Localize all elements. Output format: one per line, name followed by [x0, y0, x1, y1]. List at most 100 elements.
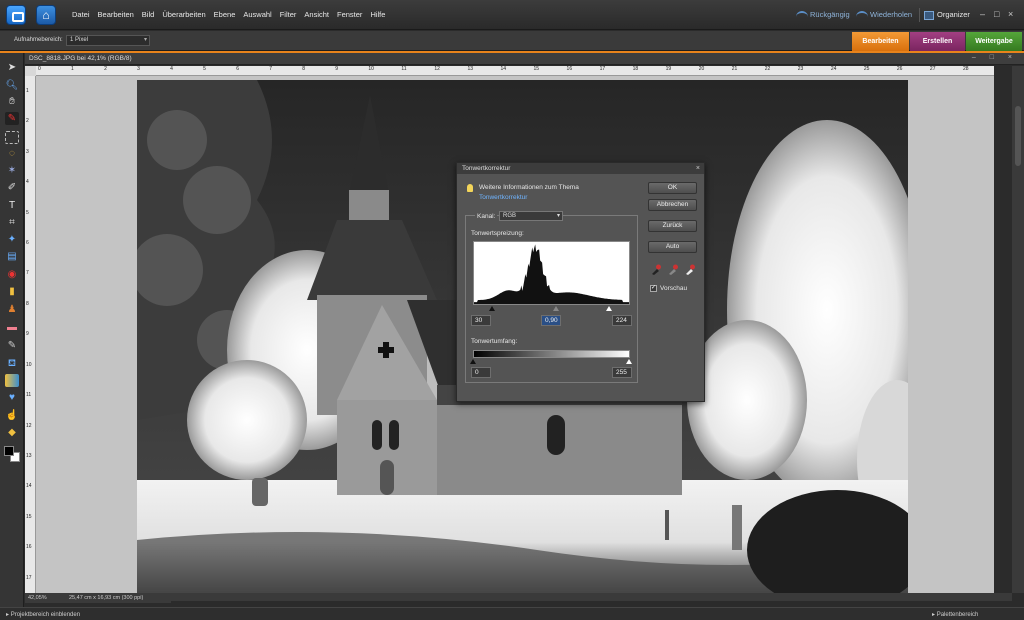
- menu-bearbeiten[interactable]: Bearbeiten: [98, 10, 134, 19]
- white-point-eyedropper-icon[interactable]: [685, 264, 695, 275]
- menu-hilfe[interactable]: Hilfe: [370, 10, 385, 19]
- ruler-h-tick: 16: [566, 66, 573, 72]
- ruler-v-tick: 2: [26, 118, 29, 125]
- ruler-v-tick: 5: [26, 209, 29, 216]
- redo-button[interactable]: Wiederholen: [856, 10, 912, 19]
- ruler-v-tick: 11: [26, 392, 32, 399]
- output-white-field[interactable]: 255: [612, 367, 632, 378]
- close-app-button[interactable]: ×: [1008, 9, 1013, 19]
- ruler-h-tick: 12: [434, 66, 440, 72]
- magic-wand-tool-icon[interactable]: ✶: [5, 164, 19, 177]
- type-tool-icon[interactable]: T: [5, 199, 19, 212]
- ruler-v-tick: 4: [26, 179, 29, 186]
- foreground-color-swatch[interactable]: [4, 446, 14, 456]
- output-black-handle[interactable]: [470, 359, 476, 364]
- shape-tool-icon[interactable]: ♥: [5, 391, 19, 404]
- lasso-tool-icon[interactable]: ◌: [5, 147, 19, 160]
- ruler-h-tick: 18: [632, 66, 639, 72]
- output-white-handle[interactable]: [626, 359, 632, 364]
- ruler-h-tick: 17: [599, 66, 606, 72]
- input-gamma-handle[interactable]: [553, 306, 559, 311]
- ruler-v-tick: 17: [26, 574, 32, 581]
- ruler-v-tick: 13: [26, 452, 32, 459]
- straighten-tool-icon[interactable]: ▤: [5, 250, 19, 263]
- document-window-controls[interactable]: – □ ×: [972, 54, 1018, 61]
- project-bin-toggle[interactable]: ▸ Projektbereich einblenden: [6, 611, 80, 618]
- menu-auswahl[interactable]: Auswahl: [243, 10, 271, 19]
- menu-ebene[interactable]: Ebene: [214, 10, 236, 19]
- document-dimensions: 25,47 cm x 16,93 cm (300 ppi): [69, 595, 144, 601]
- dialog-close-button[interactable]: ×: [696, 163, 700, 174]
- ruler-h-tick: 19: [665, 66, 672, 72]
- sponge-tool-icon[interactable]: ◆: [5, 426, 19, 439]
- sample-size-select[interactable]: 1 Pixel: [66, 35, 150, 46]
- input-white-field[interactable]: 224: [612, 315, 632, 326]
- menu-ueberarbeiten[interactable]: Überarbeiten: [162, 10, 205, 19]
- ruler-h-tick: 8: [302, 66, 306, 72]
- marquee-tool-icon[interactable]: [5, 131, 19, 144]
- minimize-button[interactable]: –: [980, 9, 985, 19]
- input-gamma-field[interactable]: 0,90: [541, 315, 561, 326]
- eraser-tool-icon[interactable]: ▬: [5, 321, 19, 334]
- tab-erstellen[interactable]: Erstellen: [910, 32, 965, 51]
- gray-point-eyedropper-icon[interactable]: [668, 264, 678, 275]
- ruler-h-tick: 1: [71, 66, 74, 72]
- zoom-tool-icon[interactable]: 🔍︎: [5, 79, 19, 92]
- palette-bin-toggle[interactable]: ▸ Palettenbereich: [932, 611, 978, 618]
- channel-label: Kanal:: [475, 213, 498, 220]
- horizontal-scrollbar[interactable]: [171, 593, 1012, 601]
- menu-datei[interactable]: Datei: [72, 10, 90, 19]
- main-menu: Datei Bearbeiten Bild Überarbeiten Ebene…: [72, 10, 393, 19]
- tab-weitergabe[interactable]: Weitergabe: [966, 32, 1022, 51]
- gradient-tool-icon[interactable]: [5, 374, 19, 387]
- input-black-field[interactable]: 30: [471, 315, 491, 326]
- menu-filter[interactable]: Filter: [280, 10, 297, 19]
- input-black-handle[interactable]: [489, 306, 495, 311]
- healing-brush-icon[interactable]: ▮: [5, 285, 19, 298]
- preview-label: Vorschau: [660, 285, 688, 292]
- maximize-button[interactable]: □: [994, 9, 999, 19]
- crop-tool-icon[interactable]: ⌗: [5, 216, 19, 229]
- input-levels-slider[interactable]: [473, 306, 630, 312]
- dialog-titlebar[interactable]: Tonwertkorrektur ×: [457, 163, 704, 174]
- paint-bucket-icon[interactable]: ⛾: [5, 357, 19, 370]
- output-black-field[interactable]: 0: [471, 367, 491, 378]
- menu-ansicht[interactable]: Ansicht: [304, 10, 329, 19]
- home-button[interactable]: ⌂: [36, 5, 56, 25]
- vertical-scrollbar[interactable]: [1012, 66, 1024, 593]
- move-tool-icon[interactable]: ➤: [5, 61, 19, 74]
- tab-bearbeiten[interactable]: Bearbeiten: [852, 32, 909, 51]
- preview-checkbox[interactable]: ✓: [650, 285, 657, 292]
- organizer-button[interactable]: Organizer: [919, 8, 970, 22]
- cookie-cutter-tool-icon[interactable]: ✦: [5, 233, 19, 246]
- zoom-readout[interactable]: 42,05%: [28, 595, 47, 601]
- brush-tool-icon[interactable]: ✎: [5, 339, 19, 352]
- levels-dialog: Tonwertkorrektur × Weitere Informationen…: [456, 162, 705, 402]
- menu-fenster[interactable]: Fenster: [337, 10, 362, 19]
- black-point-eyedropper-icon[interactable]: [651, 264, 661, 275]
- hand-tool-icon[interactable]: ✋︎: [5, 95, 19, 108]
- menu-bild[interactable]: Bild: [142, 10, 155, 19]
- blur-tool-icon[interactable]: ☝: [5, 409, 19, 422]
- info-link[interactable]: Tonwertkorrektur: [479, 194, 527, 201]
- ok-button[interactable]: OK: [648, 182, 697, 194]
- project-bin-label: Projektbereich einblenden: [10, 612, 81, 618]
- document-tab[interactable]: DSC_8818.JPG bei 42,1% (RGB/8) – □ ×: [25, 53, 1024, 65]
- vertical-scroll-thumb[interactable]: [1015, 106, 1021, 166]
- undo-button[interactable]: Rückgängig: [796, 10, 850, 19]
- ruler-corner: [25, 66, 36, 76]
- vertical-ruler[interactable]: 1 2 3 4 5 6 7 8 9 10 11 12 13 14 15 16 17: [25, 76, 36, 593]
- cancel-button[interactable]: Abbrechen: [648, 199, 697, 211]
- selection-brush-icon[interactable]: ✐: [5, 181, 19, 194]
- ruler-h-tick: 5: [203, 66, 206, 72]
- eyedropper-tool-icon[interactable]: ✎: [5, 112, 19, 125]
- auto-button[interactable]: Auto: [648, 241, 697, 253]
- channel-select[interactable]: RGB: [499, 211, 563, 221]
- clone-stamp-icon[interactable]: ♟: [5, 303, 19, 316]
- horizontal-ruler[interactable]: 0 1 2 3 4 5 6 7 8 9 10 11 12 13 14 15 16 17 18 19 20 21 22 23 24…: [36, 66, 994, 76]
- red-eye-tool-icon[interactable]: ◉: [5, 268, 19, 281]
- reset-button[interactable]: Zurück: [648, 220, 697, 232]
- output-levels-slider[interactable]: [470, 359, 632, 365]
- ruler-h-tick: 6: [236, 66, 239, 72]
- input-white-handle[interactable]: [606, 306, 612, 311]
